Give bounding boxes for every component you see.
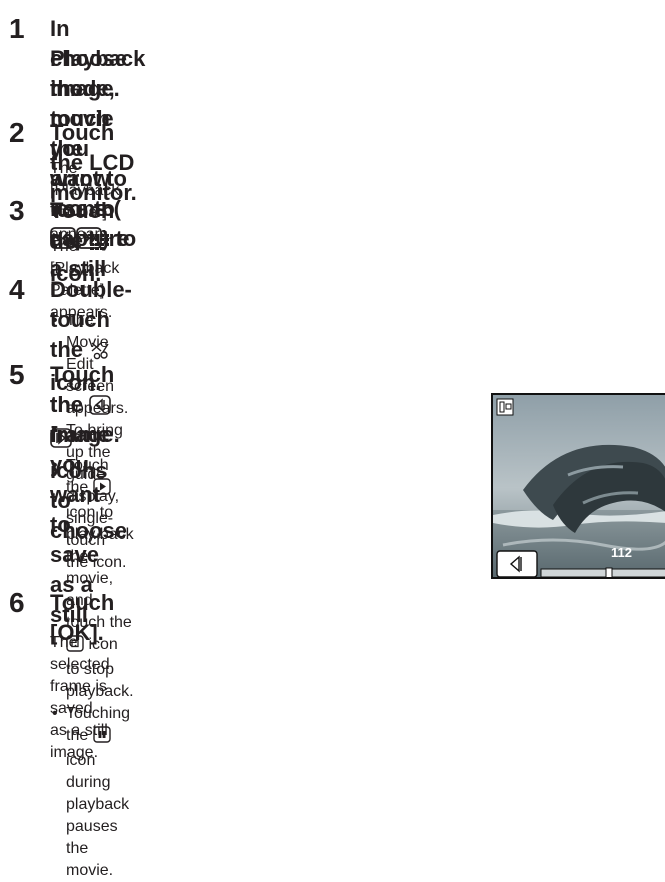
frame-back-button: [496, 550, 538, 577]
dolphin-photo: [493, 395, 665, 577]
play-icon: [92, 478, 111, 502]
step-number: 2: [9, 117, 25, 148]
frame-counter: 112: [611, 545, 632, 560]
step-number: 5: [9, 359, 25, 390]
step-number: 6: [9, 587, 25, 618]
playback-progress-bar: [540, 568, 665, 577]
step-number: 3: [9, 195, 25, 226]
step-body: The selected frame is saved as a still i…: [50, 634, 110, 761]
step-number: 4: [9, 274, 25, 305]
step-number: 1: [9, 13, 25, 44]
step-heading-line: image.: [50, 422, 120, 447]
movie-edit-screen: 112: [491, 393, 665, 579]
step-heading-line: image.: [50, 76, 120, 101]
